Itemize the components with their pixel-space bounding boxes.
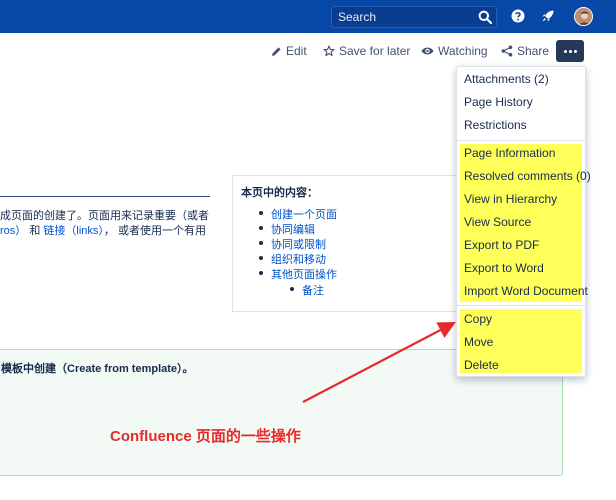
body-text-rest: ， 或者使用一个有用 bbox=[103, 225, 206, 237]
share-icon bbox=[501, 45, 513, 57]
more-actions-menu: Attachments (2) Page History Restriction… bbox=[456, 66, 591, 377]
watching-button[interactable]: Watching bbox=[421, 43, 488, 59]
share-label: Share bbox=[517, 44, 550, 58]
menu-item-export-pdf[interactable]: Export to PDF bbox=[464, 237, 539, 253]
menu-item-page-information[interactable]: Page Information bbox=[464, 145, 555, 161]
save-for-later-label: Save for later bbox=[339, 44, 411, 58]
toc-item-notes[interactable]: 备注 bbox=[290, 282, 324, 298]
top-navigation-bar bbox=[0, 0, 616, 33]
menu-item-resolved-comments[interactable]: Resolved comments (0) bbox=[464, 168, 591, 184]
share-button[interactable]: Share bbox=[501, 43, 549, 59]
menu-item-attachments[interactable]: Attachments (2) bbox=[464, 71, 549, 87]
search-input[interactable] bbox=[332, 7, 472, 27]
toc-item-collaborate-restrict[interactable]: 协同或限制 bbox=[259, 236, 326, 252]
star-icon bbox=[323, 45, 335, 57]
links-link[interactable]: 链接（links） bbox=[43, 225, 104, 237]
more-actions-button[interactable] bbox=[556, 40, 584, 62]
panel-text: 模板中创建（Create from template）。 bbox=[1, 363, 194, 375]
menu-separator bbox=[457, 140, 585, 141]
toc-item-organize-move[interactable]: 组织和移动 bbox=[259, 251, 326, 267]
annotation-label: Confluence 页面的一些操作 bbox=[110, 428, 301, 445]
watching-label: Watching bbox=[438, 44, 488, 58]
menu-item-import-word[interactable]: Import Word Document bbox=[464, 283, 588, 299]
more-dot-icon bbox=[569, 50, 572, 53]
toc-item-collaborative-edit[interactable]: 协同编辑 bbox=[259, 221, 315, 237]
toc-title: 本页中的内容： bbox=[241, 187, 318, 199]
avatar-image bbox=[575, 8, 592, 25]
rocket-icon[interactable] bbox=[541, 9, 555, 23]
menu-item-copy[interactable]: Copy bbox=[464, 311, 492, 327]
toc-item-other-actions[interactable]: 其他页面操作 bbox=[259, 266, 337, 282]
menu-item-view-source[interactable]: View Source bbox=[464, 214, 531, 230]
pencil-icon bbox=[272, 46, 281, 56]
more-dot-icon bbox=[564, 50, 567, 53]
menu-separator bbox=[457, 305, 585, 306]
body-text-line-2: ros） 和 链接（links）， 或者使用一个有用 bbox=[0, 222, 206, 238]
help-icon[interactable] bbox=[511, 9, 525, 23]
user-avatar[interactable] bbox=[574, 7, 593, 26]
edit-button[interactable]: Edit bbox=[271, 43, 307, 59]
search-box[interactable] bbox=[331, 6, 497, 28]
menu-item-page-history[interactable]: Page History bbox=[464, 94, 533, 110]
body-text-line-1: 成页面的创建了。页面用来记录重要（或者 bbox=[0, 210, 209, 222]
search-icon[interactable] bbox=[478, 10, 492, 24]
toc-item-create-page[interactable]: 创建一个页面 bbox=[259, 206, 337, 222]
edit-label: Edit bbox=[286, 44, 307, 58]
menu-item-move[interactable]: Move bbox=[464, 334, 493, 350]
heading-underline bbox=[0, 196, 210, 197]
table-of-contents: 本页中的内容： 创建一个页面 协同编辑 协同或限制 组织和移动 其他页面操作 备… bbox=[232, 175, 458, 312]
menu-item-view-in-hierarchy[interactable]: View in Hierarchy bbox=[464, 191, 557, 207]
more-dot-icon bbox=[574, 50, 577, 53]
menu-item-restrictions[interactable]: Restrictions bbox=[464, 117, 527, 133]
eye-icon bbox=[421, 47, 434, 55]
menu-item-delete[interactable]: Delete bbox=[464, 357, 499, 373]
macros-link[interactable]: ros） bbox=[0, 225, 26, 237]
body-text-and: 和 bbox=[26, 225, 44, 237]
save-for-later-button[interactable]: Save for later bbox=[323, 43, 410, 59]
menu-item-export-word[interactable]: Export to Word bbox=[464, 260, 544, 276]
